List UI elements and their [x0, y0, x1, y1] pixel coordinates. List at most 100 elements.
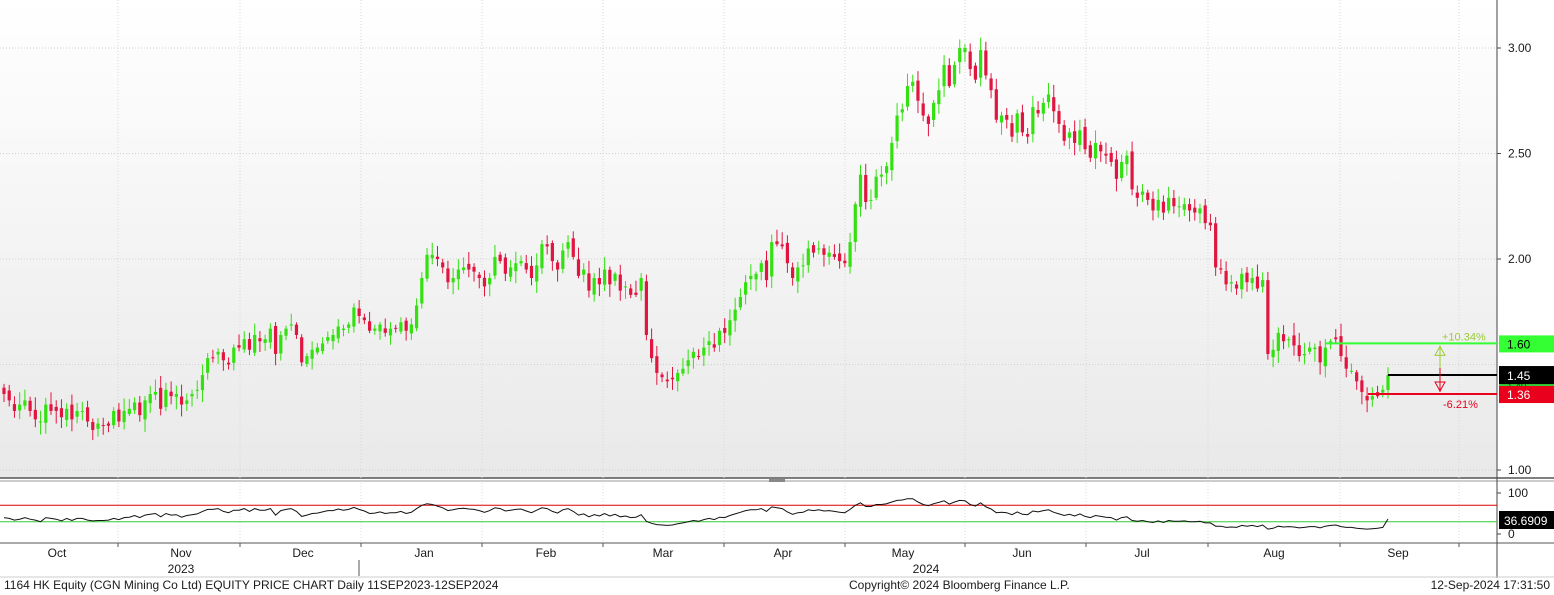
candle-body [18, 404, 22, 411]
x-month-label: Aug [1263, 546, 1284, 560]
candle-body [780, 244, 784, 247]
candle-body [1271, 349, 1275, 358]
candle-body [1276, 332, 1280, 351]
candle-body [1250, 277, 1254, 284]
candle-body [206, 358, 210, 373]
candle-body [1130, 151, 1134, 190]
x-month-label: Oct [48, 546, 67, 560]
candle-body [885, 166, 889, 174]
candle-body [1245, 272, 1249, 283]
candle-body [409, 324, 413, 334]
candle-body [759, 263, 763, 272]
candle-body [952, 64, 957, 85]
candle-body [806, 248, 810, 266]
candle-body [905, 85, 910, 107]
candle-body [691, 351, 695, 358]
candle-body [1198, 208, 1202, 214]
candle-body [159, 387, 163, 409]
candle-body [1010, 123, 1014, 137]
candle-body [284, 328, 288, 336]
candle-body [310, 349, 314, 359]
candle-body [44, 404, 48, 423]
candle-body [738, 296, 742, 308]
candle-body [817, 248, 821, 250]
candle-body [467, 263, 471, 270]
candle-body [932, 102, 936, 120]
candle-body [566, 242, 570, 249]
candle-body [1193, 207, 1197, 213]
candle-body [979, 50, 983, 78]
candle-body [1151, 198, 1155, 211]
candle-body [38, 421, 43, 423]
candle-body [279, 334, 283, 354]
candle-body [91, 422, 95, 430]
candle-body [1099, 144, 1103, 152]
candle-body [49, 404, 53, 411]
candle-body [634, 292, 638, 295]
candle-body [728, 320, 732, 336]
candle-body [96, 423, 100, 429]
candle-body [122, 410, 126, 423]
candle-body [268, 328, 272, 343]
candle-body [519, 261, 523, 264]
x-month-label: Sep [1387, 546, 1409, 560]
candle-body [968, 51, 972, 70]
candle-body [1302, 353, 1307, 356]
candle-body [608, 269, 612, 285]
candle-body [717, 330, 722, 346]
candle-body [697, 355, 701, 357]
candle-body [864, 174, 868, 203]
candle-body [926, 116, 931, 124]
candle-body [1370, 396, 1374, 400]
rsi-y-tick-label: 0 [1508, 527, 1515, 541]
candle-body [1020, 112, 1025, 133]
candle-body [1088, 145, 1092, 158]
candle-body [373, 328, 377, 331]
candle-body [592, 277, 596, 295]
candle-body [681, 368, 685, 374]
candle-body [937, 90, 941, 105]
candle-body [973, 65, 978, 80]
candle-body [1078, 130, 1082, 145]
candle-body [164, 389, 168, 407]
candle-body [106, 423, 111, 426]
candle-body [947, 65, 951, 86]
x-year-label: 2024 [913, 562, 940, 576]
candle-body [1167, 197, 1171, 211]
candle-body [843, 260, 847, 264]
candle-body [1156, 199, 1160, 211]
candle-body [1292, 335, 1296, 346]
candle-body [1261, 280, 1265, 287]
candle-body [425, 254, 429, 279]
candle-body [1318, 346, 1322, 363]
candle-body [848, 242, 852, 267]
candle-body [660, 374, 664, 378]
candle-body [179, 396, 184, 405]
candle-body [85, 407, 90, 422]
panel-resize-handle [769, 479, 785, 482]
candle-body [320, 343, 325, 352]
candle-body [258, 338, 262, 342]
candle-body [127, 408, 131, 414]
y-tick-label: 2.00 [1508, 252, 1532, 266]
candle-body [1360, 380, 1364, 392]
candle-body [300, 337, 304, 363]
candle-body [1308, 347, 1312, 352]
candle-body [1297, 345, 1301, 357]
candle-body [357, 308, 361, 316]
candle-body [112, 410, 116, 426]
candle-body [508, 267, 513, 277]
candle-body [28, 400, 32, 411]
candle-body [12, 404, 17, 411]
candle-body [341, 328, 346, 331]
rsi-plot-area [0, 483, 1497, 543]
candle-body [890, 142, 894, 171]
candle-body [770, 242, 774, 277]
candle-body [1161, 201, 1166, 213]
candle-body [550, 243, 554, 262]
candle-body [712, 344, 716, 348]
candle-body [963, 48, 967, 53]
x-month-label: Jun [1012, 546, 1031, 560]
candle-body [1234, 284, 1239, 289]
candle-body [394, 327, 398, 329]
